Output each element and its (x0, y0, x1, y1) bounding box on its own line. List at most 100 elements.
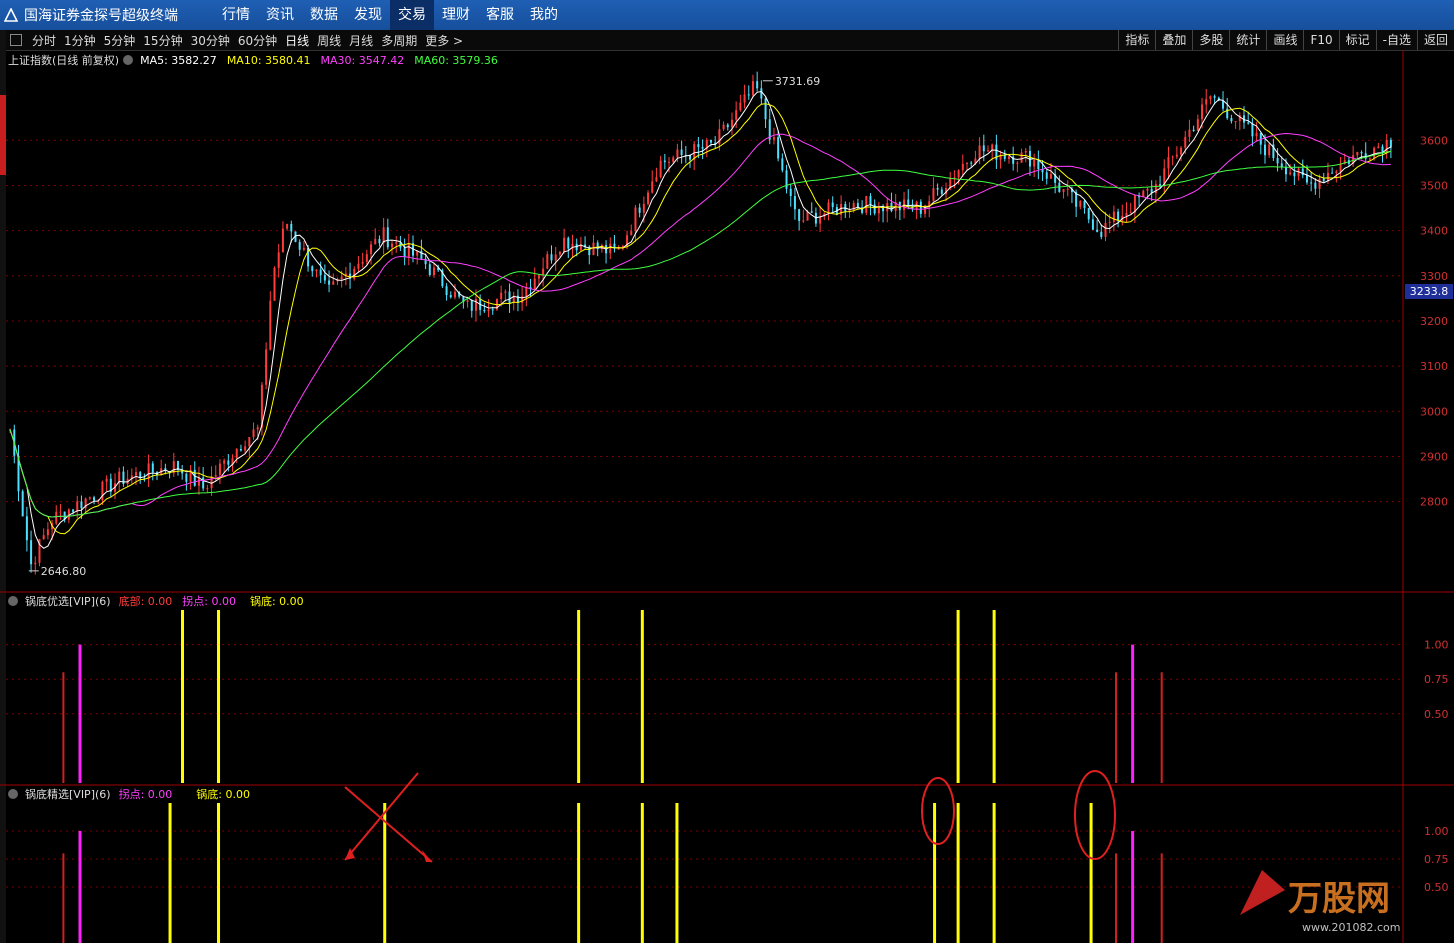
panel2-y-tick: 0.50 (1424, 708, 1449, 721)
candle-body (596, 242, 599, 250)
settings-icon[interactable] (123, 55, 134, 65)
candle-body (479, 298, 482, 310)
candle-body (63, 511, 66, 520)
period-tab-0[interactable]: 分时 (28, 32, 60, 49)
candle-body (1070, 188, 1073, 193)
nav-3[interactable]: 发现 (346, 0, 390, 30)
axis-labels: 2800 2900 3000 3100 3200 3300 3400 3500 3600 1.00… (1420, 134, 1449, 894)
nav-2[interactable]: 数据 (302, 0, 346, 30)
tool-button-3[interactable]: 统计 (1229, 30, 1266, 50)
candle-body (982, 145, 985, 152)
nav-7[interactable]: 我的 (522, 0, 566, 30)
panel3-y-tick: 1.00 (1424, 825, 1449, 838)
candle-body (936, 188, 939, 190)
candle-body (651, 181, 654, 193)
period-tab-5[interactable]: 60分钟 (234, 32, 281, 49)
candle-body (793, 196, 796, 210)
candle-body (1301, 168, 1304, 176)
tool-button-1[interactable]: 叠加 (1155, 30, 1192, 50)
candle-body (474, 298, 477, 311)
period-tab-9[interactable]: 多周期 (377, 32, 421, 49)
candle-body (689, 155, 692, 160)
period-tab-2[interactable]: 5分钟 (100, 32, 140, 49)
candle-body (374, 239, 377, 245)
tool-button-7[interactable]: -自选 (1375, 30, 1417, 50)
candle-body (751, 81, 754, 96)
candle-body (999, 154, 1002, 160)
candle-body (991, 144, 994, 151)
candle-body (1117, 211, 1120, 221)
candle-body (798, 209, 801, 221)
candle-body (1096, 229, 1099, 232)
nav-5[interactable]: 理财 (434, 0, 478, 30)
period-tab-10[interactable]: 更多 > (421, 32, 467, 49)
candle-body (869, 196, 872, 205)
candle-body (1347, 160, 1350, 164)
candle-body (1003, 154, 1006, 159)
candle-body (248, 437, 251, 447)
panel3-collapse-icon[interactable] (8, 789, 18, 799)
ma5-line (9, 90, 1392, 549)
main-nav: 行情 资讯 数据 发现 交易 理财 客服 我的 (214, 0, 566, 30)
candle-body (1322, 178, 1325, 182)
candle-body (894, 202, 897, 211)
candle-body (1373, 147, 1376, 159)
candle-body (109, 478, 112, 492)
candle-body (886, 202, 889, 212)
candle-body (302, 247, 305, 250)
candle-body (655, 177, 658, 182)
candle-body (680, 149, 683, 155)
candle-body (235, 449, 238, 459)
candle-body (915, 201, 918, 210)
candle-body (122, 471, 125, 484)
candle-body (1091, 219, 1094, 230)
period-tab-1[interactable]: 1分钟 (60, 32, 100, 49)
tool-button-2[interactable]: 多股 (1192, 30, 1229, 50)
nav-4[interactable]: 交易 (390, 0, 434, 30)
candle-body (810, 211, 813, 213)
candle-body (1146, 188, 1149, 191)
nav-1[interactable]: 资讯 (258, 0, 302, 30)
candle-body (1154, 184, 1157, 194)
tool-button-5[interactable]: F10 (1303, 30, 1338, 50)
candle-body (332, 281, 335, 285)
candle-body (30, 540, 33, 565)
candle-body (412, 243, 415, 256)
candle-body (1163, 168, 1166, 186)
candle-body (428, 264, 431, 275)
candle-body (571, 243, 574, 249)
panel2-collapse-icon[interactable] (8, 596, 18, 606)
panel-toggle-icon[interactable] (10, 34, 22, 46)
candle-body (114, 483, 117, 492)
candle-body (357, 263, 360, 269)
nav-6[interactable]: 客服 (478, 0, 522, 30)
candle-body (1213, 96, 1216, 98)
main-y-tick: 3500 (1420, 179, 1448, 192)
candle-body (835, 207, 838, 215)
period-tab-7[interactable]: 周线 (313, 32, 345, 49)
candle-body (1175, 154, 1178, 157)
candle-body (911, 205, 914, 210)
red-cross-stroke (344, 772, 419, 861)
left-sidebar-strip[interactable] (0, 30, 6, 943)
candle-body (403, 247, 406, 257)
candle-body (642, 203, 645, 213)
candle-body (827, 202, 830, 214)
tool-button-6[interactable]: 标记 (1338, 30, 1376, 50)
candle-body (1251, 123, 1254, 137)
candle-body (928, 201, 931, 208)
period-tab-8[interactable]: 月线 (345, 32, 377, 49)
tool-button-4[interactable]: 画线 (1266, 30, 1303, 50)
period-tab-3[interactable]: 15分钟 (139, 32, 186, 49)
candle-body (1280, 163, 1283, 168)
candle-body (672, 157, 675, 162)
candle-body (17, 455, 20, 492)
period-tab-6[interactable]: 日线 (281, 32, 313, 49)
candle-body (1360, 152, 1363, 154)
tool-button-0[interactable]: 指标 (1118, 30, 1155, 50)
candle-body (1381, 146, 1384, 153)
nav-0[interactable]: 行情 (214, 0, 258, 30)
period-tab-4[interactable]: 30分钟 (187, 32, 234, 49)
candle-body (407, 243, 410, 257)
tool-button-8[interactable]: 返回 (1416, 30, 1454, 50)
